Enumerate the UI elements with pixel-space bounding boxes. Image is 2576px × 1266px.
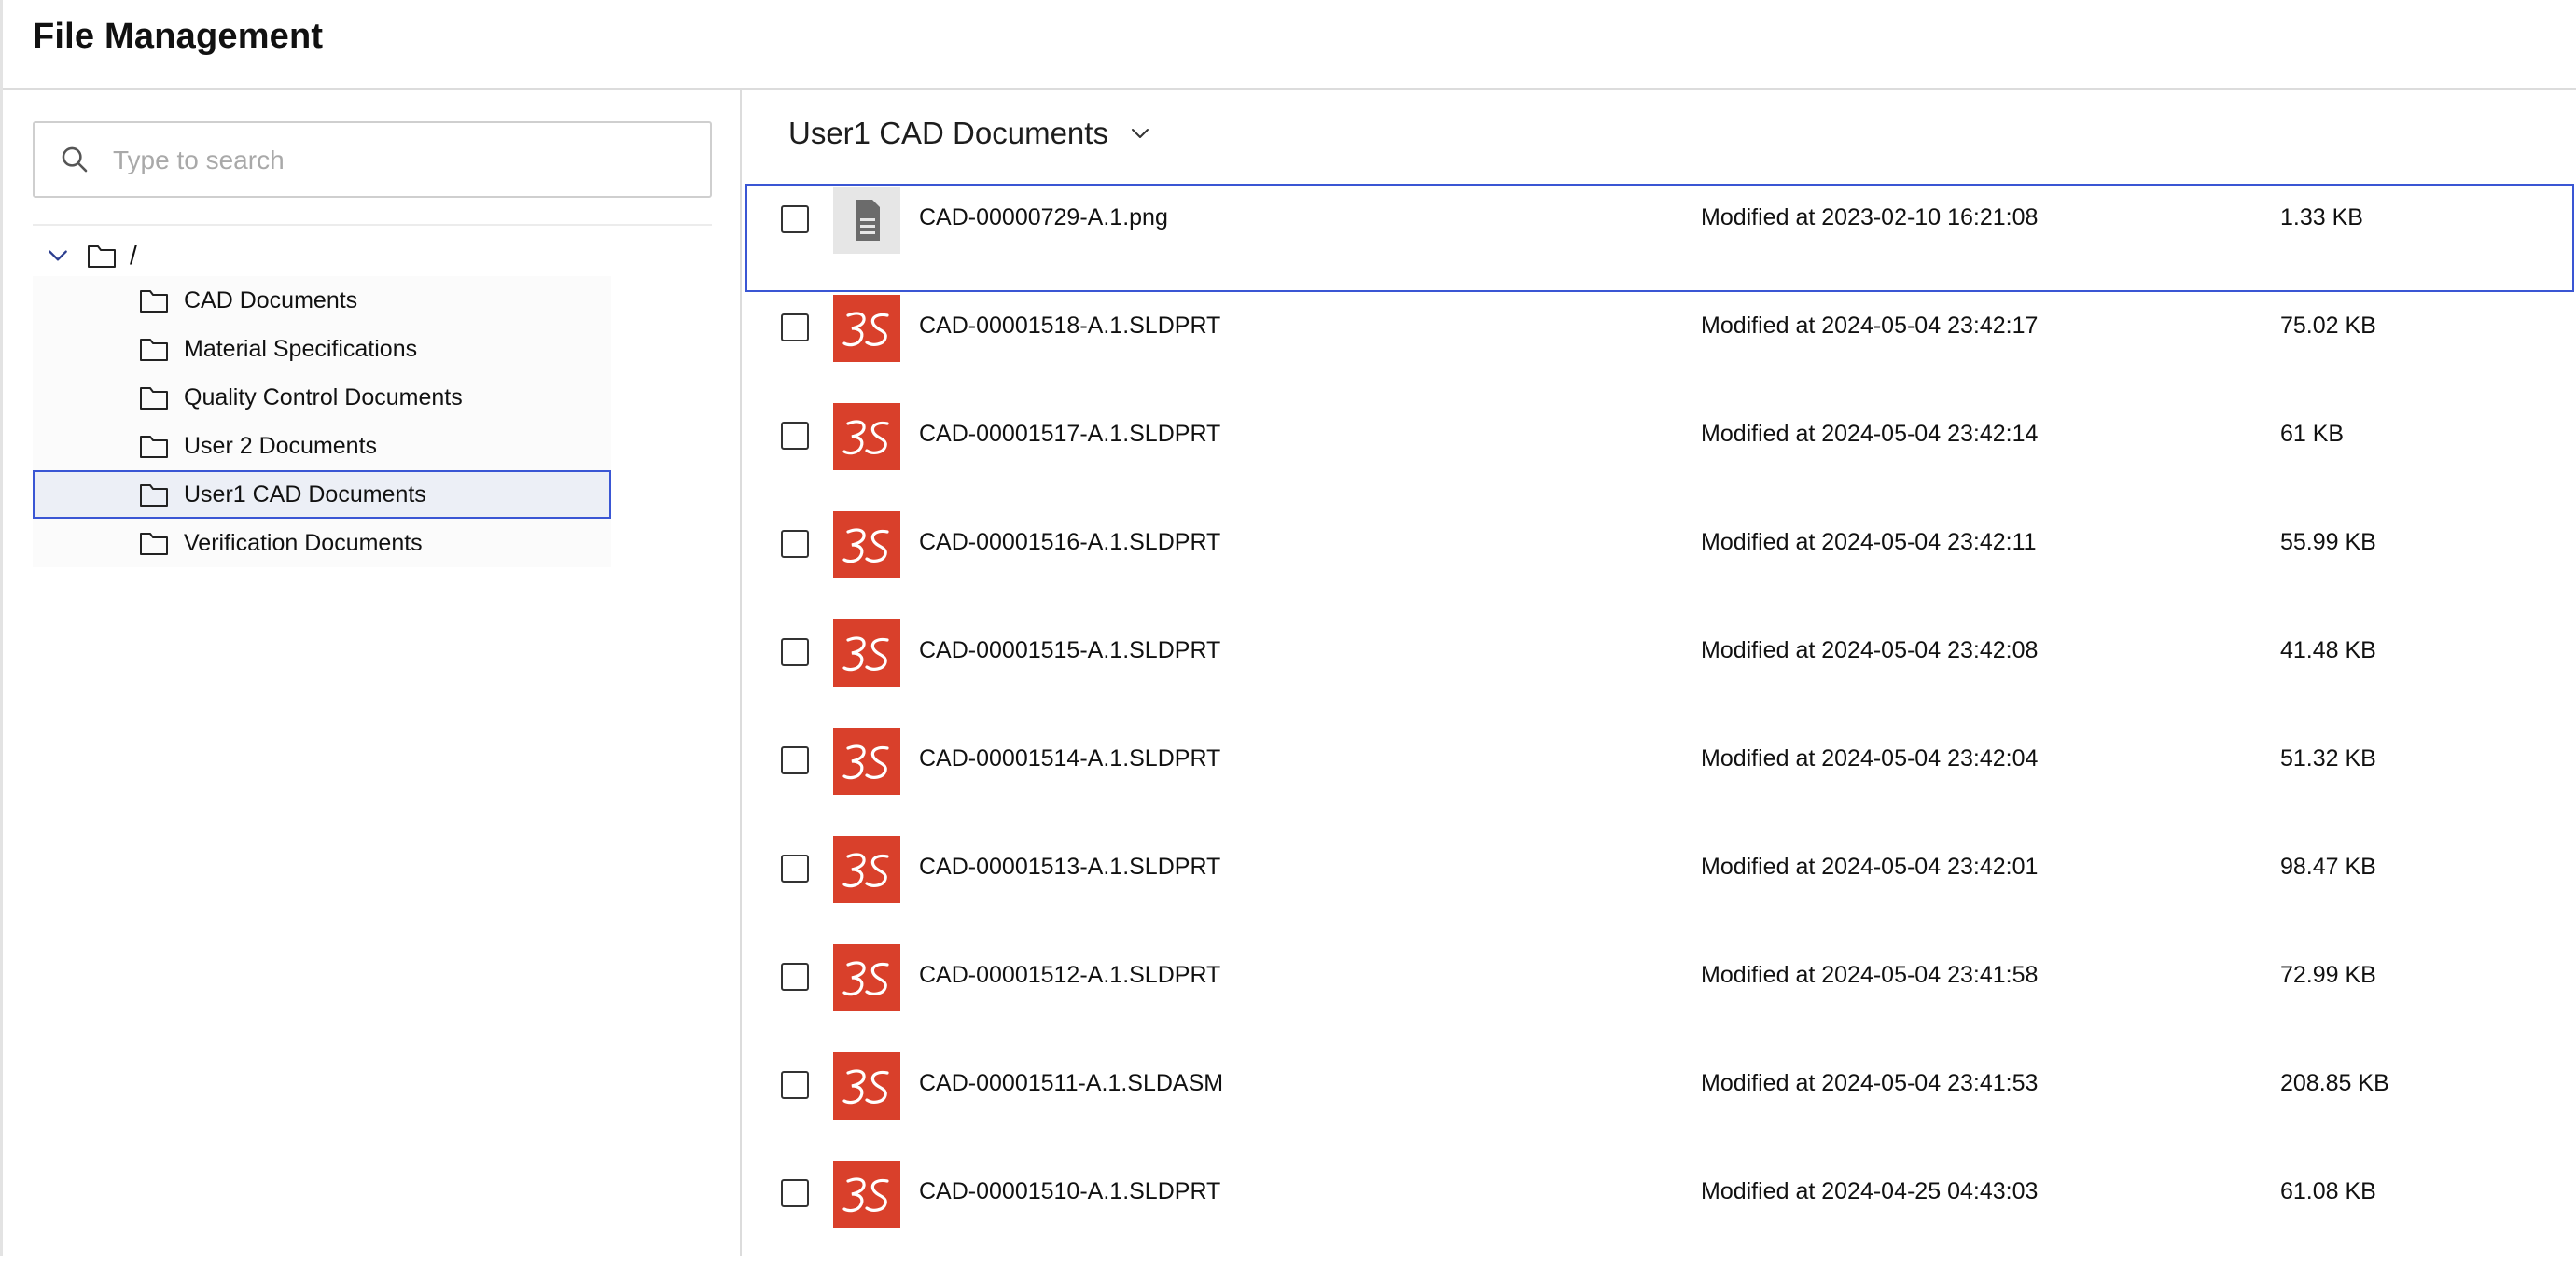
solidworks-3ds-icon (833, 1161, 900, 1228)
file-name: CAD-00000729-A.1.png (919, 204, 1168, 230)
folder-icon (140, 484, 168, 507)
file-size: 55.99 KB (2280, 529, 2376, 555)
tree-root[interactable]: / (46, 231, 137, 280)
file-size: 61 KB (2280, 421, 2345, 447)
file-management-app: File Management / CAD Documents Material … (0, 0, 2576, 1256)
tree-item-label: CAD Documents (184, 286, 358, 313)
file-name: CAD-00001518-A.1.SLDPRT (919, 313, 1221, 339)
folder-icon (140, 290, 168, 313)
file-select-checkbox[interactable] (781, 313, 809, 341)
file-modified-date: Modified at 2024-05-04 23:42:14 (1701, 421, 2039, 447)
file-row[interactable]: CAD-00001514-A.1.SLDPRT Modified at 2024-… (745, 725, 2574, 833)
tree-item-label: Quality Control Documents (184, 383, 463, 410)
search-box[interactable] (33, 121, 712, 198)
file-list: CAD-00000729-A.1.png Modified at 2023-02-… (745, 184, 2574, 1266)
file-name: CAD-00001515-A.1.SLDPRT (919, 637, 1221, 663)
tree-item-folder[interactable]: Quality Control Documents (33, 373, 611, 422)
file-select-checkbox[interactable] (781, 1179, 809, 1207)
folder-icon (88, 245, 116, 268)
solidworks-3ds-icon (833, 403, 900, 470)
page-title: File Management (33, 17, 324, 56)
file-name: CAD-00001514-A.1.SLDPRT (919, 745, 1221, 772)
file-modified-date: Modified at 2024-05-04 23:42:17 (1701, 313, 2039, 339)
solidworks-3ds-icon (833, 511, 900, 578)
folder-icon (140, 339, 168, 361)
file-size: 75.02 KB (2280, 313, 2376, 339)
tree-item-folder[interactable]: Verification Documents (33, 519, 611, 567)
file-row[interactable]: CAD-00001517-A.1.SLDPRT Modified at 2024-… (745, 400, 2574, 508)
file-modified-date: Modified at 2024-05-04 23:41:58 (1701, 962, 2039, 988)
file-row[interactable]: CAD-00000729-A.1.png Modified at 2023-02-… (745, 184, 2574, 292)
solidworks-3ds-icon (833, 619, 900, 687)
file-row[interactable]: CAD-00001515-A.1.SLDPRT Modified at 2024-… (745, 617, 2574, 725)
file-select-checkbox[interactable] (781, 746, 809, 774)
file-size: 1.33 KB (2280, 204, 2363, 230)
tree-divider (33, 224, 712, 226)
file-size: 51.32 KB (2280, 745, 2376, 772)
file-modified-date: Modified at 2024-05-04 23:42:04 (1701, 745, 2039, 772)
file-name: CAD-00001516-A.1.SLDPRT (919, 529, 1221, 555)
tree-item-folder[interactable]: User1 CAD Documents (33, 470, 611, 519)
chevron-down-icon (1131, 129, 1149, 138)
current-folder-label: User1 CAD Documents (788, 116, 1108, 150)
file-size: 72.99 KB (2280, 962, 2376, 988)
file-select-checkbox[interactable] (781, 855, 809, 883)
file-size: 41.48 KB (2280, 637, 2376, 663)
tree-item-label: User 2 Documents (184, 432, 378, 459)
folder-sidebar: / CAD Documents Material Specifications Qu… (3, 90, 742, 1256)
file-row[interactable]: CAD-00001518-A.1.SLDPRT Modified at 2024-… (745, 292, 2574, 400)
file-modified-date: Modified at 2024-05-04 23:42:08 (1701, 637, 2039, 663)
file-name: CAD-00001511-A.1.SLDASM (919, 1070, 1224, 1096)
tree-item-label: User1 CAD Documents (184, 480, 426, 508)
current-folder-dropdown[interactable]: User1 CAD Documents (788, 112, 1151, 155)
solidworks-3ds-icon (833, 295, 900, 362)
file-select-checkbox[interactable] (781, 205, 809, 233)
generic-document-icon (833, 187, 900, 254)
file-modified-date: Modified at 2024-05-04 23:42:11 (1701, 529, 2037, 555)
app-header: File Management (3, 0, 2576, 90)
file-name: CAD-00001510-A.1.SLDPRT (919, 1178, 1221, 1204)
file-modified-date: Modified at 2024-05-04 23:41:53 (1701, 1070, 2039, 1096)
file-modified-date: Modified at 2023-02-10 16:21:08 (1701, 204, 2039, 230)
file-select-checkbox[interactable] (781, 530, 809, 558)
folder-icon (140, 387, 168, 410)
file-row[interactable]: CAD-00001510-A.1.SLDPRT Modified at 2024-… (745, 1158, 2574, 1266)
file-name: CAD-00001512-A.1.SLDPRT (919, 962, 1221, 988)
file-select-checkbox[interactable] (781, 963, 809, 991)
file-select-checkbox[interactable] (781, 422, 809, 450)
file-name: CAD-00001513-A.1.SLDPRT (919, 854, 1221, 880)
tree-item-label: Verification Documents (184, 529, 423, 556)
solidworks-3ds-icon (833, 1052, 900, 1120)
file-select-checkbox[interactable] (781, 638, 809, 666)
file-list-panel: User1 CAD Documents CAD-00000729-A.1.png… (742, 90, 2576, 1256)
tree-item-folder[interactable]: CAD Documents (33, 276, 611, 325)
file-size: 98.47 KB (2280, 854, 2376, 880)
file-row[interactable]: CAD-00001516-A.1.SLDPRT Modified at 2024-… (745, 508, 2574, 617)
chevron-down-icon[interactable] (46, 243, 70, 268)
tree-root-label: / (130, 241, 137, 270)
search-input[interactable] (111, 138, 675, 183)
tree-item-label: Material Specifications (184, 335, 418, 362)
file-modified-date: Modified at 2024-04-25 04:43:03 (1701, 1178, 2039, 1204)
file-row[interactable]: CAD-00001513-A.1.SLDPRT Modified at 2024-… (745, 833, 2574, 941)
file-row[interactable]: CAD-00001511-A.1.SLDASM Modified at 2024-… (745, 1050, 2574, 1158)
folder-icon (140, 436, 168, 458)
solidworks-3ds-icon (833, 836, 900, 903)
solidworks-3ds-icon (833, 944, 900, 1011)
file-select-checkbox[interactable] (781, 1071, 809, 1099)
file-size: 208.85 KB (2280, 1070, 2389, 1096)
file-size: 61.08 KB (2280, 1178, 2376, 1204)
file-name: CAD-00001517-A.1.SLDPRT (919, 421, 1221, 447)
solidworks-3ds-icon (833, 728, 900, 795)
file-row[interactable]: CAD-00001512-A.1.SLDPRT Modified at 2024-… (745, 941, 2574, 1050)
tree-item-folder[interactable]: User 2 Documents (33, 422, 611, 470)
search-icon (62, 146, 88, 173)
file-modified-date: Modified at 2024-05-04 23:42:01 (1701, 854, 2039, 880)
tree-item-folder[interactable]: Material Specifications (33, 325, 611, 373)
folder-icon (140, 533, 168, 555)
folder-tree: CAD Documents Material Specifications Qual… (33, 276, 611, 567)
